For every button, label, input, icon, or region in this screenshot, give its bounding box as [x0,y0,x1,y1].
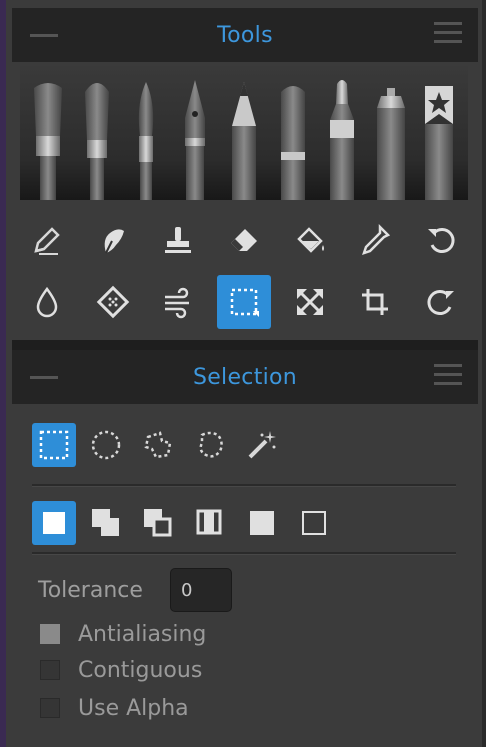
selection-panel-title: Selection [192,364,298,390]
use-alpha-checkbox[interactable] [40,698,60,718]
use-alpha-option[interactable]: Use Alpha [40,692,189,724]
ink-pen-icon[interactable] [175,74,215,200]
antialiasing-label: Antialiasing [78,621,207,647]
replace-mode-icon[interactable] [32,501,76,545]
eraser-pencil-icon[interactable] [20,213,74,267]
collapse-icon[interactable] [30,34,58,37]
flat-brush-icon[interactable] [28,74,68,200]
pencil-icon[interactable] [224,74,264,200]
transform-icon[interactable] [283,275,337,329]
use-alpha-label: Use Alpha [78,695,189,721]
panel-divider [12,340,478,350]
contiguous-checkbox[interactable] [40,660,60,680]
texture-icon[interactable] [86,275,140,329]
selection-shape-row [32,420,456,470]
eraser-icon[interactable] [217,213,271,267]
rect-selection-icon[interactable] [216,275,271,329]
freehand-select-icon[interactable] [188,423,232,467]
selection-panel-header: Selection [12,350,478,404]
smudge-icon[interactable] [86,213,140,267]
rect-select-icon[interactable] [32,423,76,467]
pastel-icon[interactable] [273,74,313,200]
contiguous-option[interactable]: Contiguous [40,654,202,686]
tool-palette: Tools Selection Tolerance 0 Antialiasing… [0,0,486,747]
undo-icon[interactable] [414,213,468,267]
add-mode-icon[interactable] [84,501,128,545]
ellipse-select-icon[interactable] [84,423,128,467]
eyedropper-icon[interactable] [348,213,402,267]
empty-selection-icon[interactable] [292,501,336,545]
lasso-select-icon[interactable] [136,423,180,467]
section-divider [32,552,456,555]
tool-row-2 [20,274,468,330]
tools-panel-header: Tools [12,8,478,62]
tolerance-input[interactable] [170,568,232,612]
round-brush-icon[interactable] [77,74,117,200]
tools-panel-title: Tools [217,22,273,48]
antialiasing-checkbox[interactable] [40,624,60,644]
stamp-icon[interactable] [151,213,205,267]
airbrush-icon[interactable] [371,74,411,200]
panel-menu-icon[interactable] [434,364,462,386]
tool-row-1 [20,212,468,268]
fill-selection-icon[interactable] [240,501,284,545]
antialiasing-option[interactable]: Antialiasing [40,618,206,650]
fill-bucket-icon[interactable] [283,213,337,267]
fine-brush-icon[interactable] [126,74,166,200]
intersect-mode-icon[interactable] [188,501,232,545]
subtract-mode-icon[interactable] [136,501,180,545]
marker-icon[interactable] [322,74,362,200]
wind-icon[interactable] [151,275,205,329]
contiguous-label: Contiguous [78,657,203,683]
brush-strip [20,66,468,200]
stencil-brush-icon[interactable] [419,74,459,200]
section-divider [32,484,456,487]
panel-menu-icon[interactable] [434,22,462,44]
collapse-icon[interactable] [30,376,58,379]
blur-drop-icon[interactable] [20,275,74,329]
redo-icon[interactable] [414,275,468,329]
selection-mode-row [32,498,456,548]
magic-wand-icon[interactable] [240,423,284,467]
crop-icon[interactable] [348,275,402,329]
tolerance-label: Tolerance [38,578,143,603]
